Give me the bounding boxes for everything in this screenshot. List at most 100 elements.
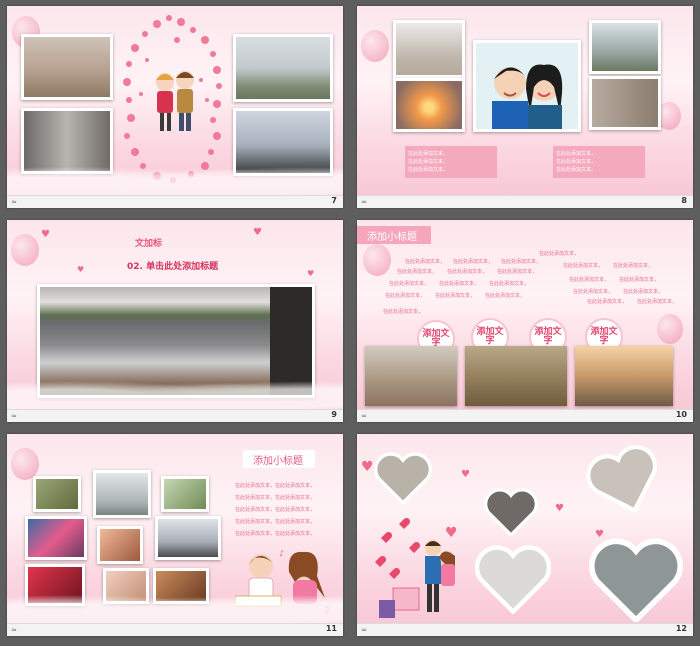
text-line: 在此处添加文本，	[539, 251, 580, 257]
slide-canvas: 在此处添加文本， 在此处添加文本， 在此处添加文本。 在此处添加文本， 在此处添…	[357, 6, 693, 196]
heart-icon: ♥	[555, 503, 564, 514]
text-line: 在此处添加文本，在此处添加文本，	[235, 507, 316, 513]
text-line: 在此处添加文本，	[587, 299, 628, 305]
slide-number: 8	[681, 196, 687, 205]
balloon-decoration	[363, 244, 391, 276]
heart-icon: ♥	[361, 459, 374, 475]
text-line: 在此处添加文本，	[556, 151, 597, 157]
photo-flowers	[33, 476, 81, 512]
cartoon-couple-portrait	[473, 40, 581, 132]
slide-canvas: ♥ ♥ ♥ ♥ ♥	[357, 434, 693, 624]
title-ribbon: 文加标	[135, 239, 163, 249]
slide-canvas: ♥ ♥ ♥ ♥ 文加标 02. 单击此处添加标题	[7, 220, 343, 410]
text-line: 在此处添加文本，	[435, 293, 476, 299]
text-box-left: 在此处添加文本， 在此处添加文本， 在此处添加文本。	[405, 146, 497, 178]
text-line: 在此处添加文本，	[485, 293, 526, 299]
heart-icon: ♥	[77, 265, 85, 274]
text-line: 在此处添加文本。	[408, 167, 449, 173]
slide-thumbnail-8[interactable]: 在此处添加文本， 在此处添加文本， 在此处添加文本。 在此处添加文本， 在此处添…	[357, 6, 693, 208]
cloud-decoration	[7, 156, 343, 196]
text-line: 在此处添加文本，	[447, 269, 488, 275]
subtitle-text: 添加小标题	[367, 232, 417, 243]
slide-number: 9	[331, 410, 337, 419]
slide-footer: ≈ 11	[7, 623, 343, 636]
heart-icon: ♥	[461, 469, 470, 480]
heart-photo-frame	[474, 544, 552, 615]
photo-couple-sunset	[575, 346, 673, 406]
text-line: 在此处添加文本。	[556, 167, 597, 173]
slide-thumbnail-9[interactable]: ♥ ♥ ♥ ♥ 文加标 02. 单击此处添加标题 ≈ 9	[7, 220, 343, 422]
text-line: 在此处添加文本，	[383, 309, 424, 315]
text-line: 在此处添加文本，	[497, 269, 538, 275]
text-line: 在此处添加文本，	[397, 269, 438, 275]
slide-icon: ≈	[361, 198, 367, 206]
heart-icon: ♥	[307, 269, 315, 278]
text-line: 在此处添加文本，在此处添加文本，	[235, 495, 316, 501]
photo-couple-lake	[589, 20, 661, 74]
photo-sunset-silhouette	[393, 78, 465, 132]
photo-couple-smile	[97, 526, 143, 564]
slide-icon: ≈	[361, 626, 367, 634]
text-line: 在此处添加文本，	[619, 277, 660, 283]
slide-footer: ≈ 12	[357, 623, 693, 636]
photo-holding-hands-field	[465, 346, 567, 406]
text-line: 在此处添加文本，在此处添加文本，	[235, 483, 316, 489]
slide-thumbnail-11[interactable]: 添加小标题 在此处添加文本，在此处添加文本， 在此处添加文本，在此处添加文本， …	[7, 434, 343, 636]
text-line: 在此处添加文本，	[623, 289, 664, 295]
slide-number: 7	[331, 196, 337, 205]
photo-lakeside-couple	[233, 34, 333, 102]
subtitle-text: 添加小标题	[253, 456, 303, 467]
text-line: 在此处添加文本，	[408, 151, 449, 157]
slide-canvas: 添加小标题 在此处添加文本，在此处添加文本， 在此处添加文本，在此处添加文本， …	[7, 434, 343, 624]
slide-number: 12	[675, 624, 687, 633]
text-line: 在此处添加文本，	[408, 159, 449, 165]
photo-holding-hands	[393, 20, 465, 78]
text-line: 在此处添加文本，在此处添加文本，	[235, 519, 316, 525]
photo-couple-pier	[155, 516, 221, 560]
heart-photo-frame	[373, 452, 433, 506]
photo-couple-kiss	[589, 76, 661, 130]
text-box-right: 在此处添加文本， 在此处添加文本， 在此处添加文本。	[553, 146, 645, 178]
text-line: 在此处添加文本，	[385, 293, 426, 299]
slide-canvas: 添加小标题 在此处添加文本， 在此处添加文本， 在此处添加文本， 在此处添加文本…	[357, 220, 693, 410]
slide-thumbnail-7[interactable]: ≈ 7	[7, 6, 343, 208]
text-line: 在此处添加文本，	[556, 159, 597, 165]
slide-canvas	[7, 6, 343, 196]
text-line: 在此处添加文本，	[501, 259, 542, 265]
text-line: 在此处添加文本，	[405, 259, 446, 265]
text-line: 在此处添加文本，在此处添加文本，	[235, 531, 316, 537]
slide-footer: ≈ 7	[7, 195, 343, 208]
heart-photo-frame	[580, 437, 670, 526]
slide-number: 10	[675, 410, 687, 419]
heart-icon: ♥	[253, 227, 262, 238]
text-line: 在此处添加文本，	[453, 259, 494, 265]
balloon-decoration	[11, 234, 39, 266]
slide-icon: ≈	[11, 198, 17, 206]
slide-icon: ≈	[11, 412, 17, 420]
text-line: 在此处添加文本，	[489, 281, 530, 287]
slide-number: 11	[325, 624, 337, 633]
heart-photo-frame	[587, 538, 685, 624]
slide-footer: ≈ 10	[357, 409, 693, 422]
slide-thumbnail-10[interactable]: 添加小标题 在此处添加文本， 在此处添加文本， 在此处添加文本， 在此处添加文本…	[357, 220, 693, 422]
photo-couple-colorful	[25, 516, 87, 560]
balloon-decoration	[361, 30, 389, 62]
photo-couple-green	[161, 476, 209, 512]
cloud-decoration	[7, 584, 343, 624]
text-line: 在此处添加文本，	[613, 263, 654, 269]
slide-thumbnail-12[interactable]: ♥ ♥ ♥ ♥ ♥ ≈ 12	[357, 434, 693, 636]
slide-icon: ≈	[11, 626, 17, 634]
slide-footer: ≈ 9	[7, 409, 343, 422]
cartoon-couple-gift	[369, 517, 465, 622]
text-line: 在此处添加文本，	[569, 277, 610, 283]
heart-photo-frame	[483, 488, 539, 538]
slide-title: 02. 单击此处添加标题	[127, 262, 219, 272]
photo-couple-field	[21, 34, 113, 100]
photo-couple-beach	[93, 470, 151, 518]
heart-icon: ♥	[41, 229, 50, 240]
text-line: 在此处添加文本，	[573, 289, 614, 295]
svg-text:♪: ♪	[279, 549, 284, 558]
text-line: 在此处添加文本，	[439, 281, 480, 287]
balloon-decoration	[657, 314, 683, 344]
photo-couple-field	[365, 346, 457, 406]
